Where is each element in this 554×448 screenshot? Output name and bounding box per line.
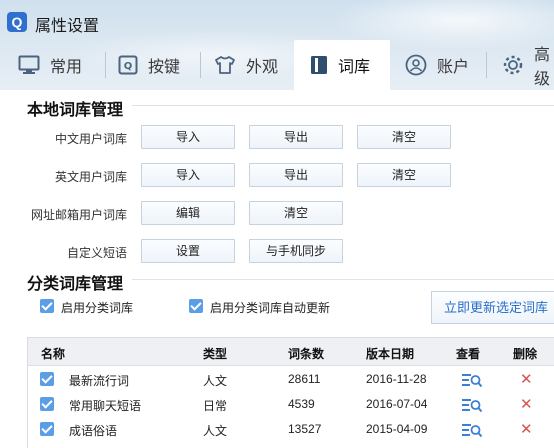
row-checkbox[interactable] xyxy=(40,372,54,386)
col-name[interactable]: 名称 xyxy=(41,345,65,362)
clear-chinese-button[interactable]: 清空 xyxy=(357,125,451,149)
tab-appearance[interactable]: 外观 xyxy=(214,40,278,90)
shirt-icon xyxy=(214,55,236,75)
monitor-icon xyxy=(18,55,40,75)
tab-general[interactable]: 常用 xyxy=(18,40,82,90)
tab-account[interactable]: 账户 xyxy=(405,40,469,90)
tab-divider xyxy=(105,52,106,78)
sync-phone-button[interactable]: 与手机同步 xyxy=(249,239,343,263)
col-date[interactable]: 版本日期 xyxy=(366,345,414,362)
col-delete: 删除 xyxy=(513,347,538,361)
gear-icon xyxy=(502,54,524,76)
view-list-icon[interactable] xyxy=(461,397,483,418)
row-count: 4539 xyxy=(288,397,315,411)
table-header: 名称 类型 词条数 版本日期 查看 删除 xyxy=(28,338,554,366)
delete-icon[interactable]: ✕ xyxy=(520,395,533,413)
row-name: 最新流行词 xyxy=(69,374,130,388)
import-chinese-button[interactable]: 导入 xyxy=(141,125,235,149)
row-label-chinese: 中文用户词库 xyxy=(54,132,127,146)
view-list-icon[interactable] xyxy=(461,422,483,443)
clear-english-button[interactable]: 清空 xyxy=(357,163,451,187)
auto-update-checkbox[interactable] xyxy=(189,299,203,313)
row-name: 常用聊天短语 xyxy=(69,399,142,413)
row-date: 2016-11-28 xyxy=(366,372,427,386)
table-row[interactable]: 成语俗语 人文 13527 2015-04-09 ✕ xyxy=(28,417,554,442)
row-type: 日常 xyxy=(203,399,228,413)
row-label-english: 英文用户词库 xyxy=(54,170,127,184)
clear-url-button[interactable]: 清空 xyxy=(249,201,343,225)
tab-advanced[interactable]: 高级 xyxy=(502,40,554,90)
row-name: 成语俗语 xyxy=(69,424,118,438)
row-checkbox[interactable] xyxy=(40,397,54,411)
table-row[interactable]: 最新流行词 人文 28611 2016-11-28 ✕ xyxy=(28,367,554,392)
tab-divider xyxy=(200,52,201,78)
enable-category-label: 启用分类词库 xyxy=(61,301,134,315)
section-title-local: 本地词库管理 xyxy=(27,102,124,119)
col-view: 查看 xyxy=(456,347,481,361)
tab-keys[interactable]: Q 按键 xyxy=(118,40,180,90)
tab-label: 账户 xyxy=(437,59,470,76)
custom-phrase-settings-button[interactable]: 设置 xyxy=(141,239,235,263)
view-list-icon[interactable] xyxy=(461,372,483,393)
window-title: 属性设置 xyxy=(35,18,100,35)
col-count[interactable]: 词条数 xyxy=(288,345,324,362)
export-chinese-button[interactable]: 导出 xyxy=(249,125,343,149)
delete-icon[interactable]: ✕ xyxy=(520,370,533,388)
svg-text:Q: Q xyxy=(124,61,133,72)
tab-label: 常用 xyxy=(50,59,83,76)
update-selected-button[interactable]: 立即更新选定词库 xyxy=(431,291,554,324)
tab-lexicon[interactable]: 词库 xyxy=(294,40,390,90)
tab-label: 按键 xyxy=(148,59,181,76)
section-title-category: 分类词库管理 xyxy=(27,276,124,293)
row-count: 28611 xyxy=(288,372,321,386)
edit-url-button[interactable]: 编辑 xyxy=(141,201,235,225)
export-english-button[interactable]: 导出 xyxy=(249,163,343,187)
row-checkbox[interactable] xyxy=(40,422,54,436)
app-logo: Q xyxy=(7,12,27,32)
tab-label: 高级 xyxy=(534,47,551,88)
row-label-url-email: 网址邮箱用户词库 xyxy=(30,208,127,222)
user-icon xyxy=(405,54,427,76)
table-row[interactable]: 常用聊天短语 日常 4539 2016-07-04 ✕ xyxy=(28,392,554,417)
section-divider xyxy=(132,105,554,106)
tab-divider xyxy=(486,52,487,78)
tab-label: 词库 xyxy=(338,59,371,76)
row-date: 2016-07-04 xyxy=(366,397,428,411)
import-english-button[interactable]: 导入 xyxy=(141,163,235,187)
col-type[interactable]: 类型 xyxy=(203,345,227,362)
book-icon xyxy=(310,55,328,75)
header: Q 属性设置 常用 Q 按键 外观 词库 账户 高级 xyxy=(0,0,554,90)
delete-icon[interactable]: ✕ xyxy=(520,420,533,438)
enable-category-checkbox[interactable] xyxy=(40,299,54,313)
row-label-custom-phrase: 自定义短语 xyxy=(66,246,127,260)
row-date: 2015-04-09 xyxy=(366,422,428,436)
key-icon: Q xyxy=(118,55,138,75)
auto-update-label: 启用分类词库自动更新 xyxy=(210,301,331,315)
section-divider xyxy=(132,279,554,280)
lexicon-table: 名称 类型 词条数 版本日期 查看 删除 最新流行词 人文 28611 2016… xyxy=(27,337,554,448)
row-count: 13527 xyxy=(288,422,322,436)
tab-bar: 常用 Q 按键 外观 词库 账户 高级 xyxy=(0,40,554,90)
tab-label: 外观 xyxy=(246,59,279,76)
row-type: 人文 xyxy=(203,374,228,388)
title-bar: Q 属性设置 xyxy=(0,0,554,40)
row-type: 人文 xyxy=(203,424,228,438)
